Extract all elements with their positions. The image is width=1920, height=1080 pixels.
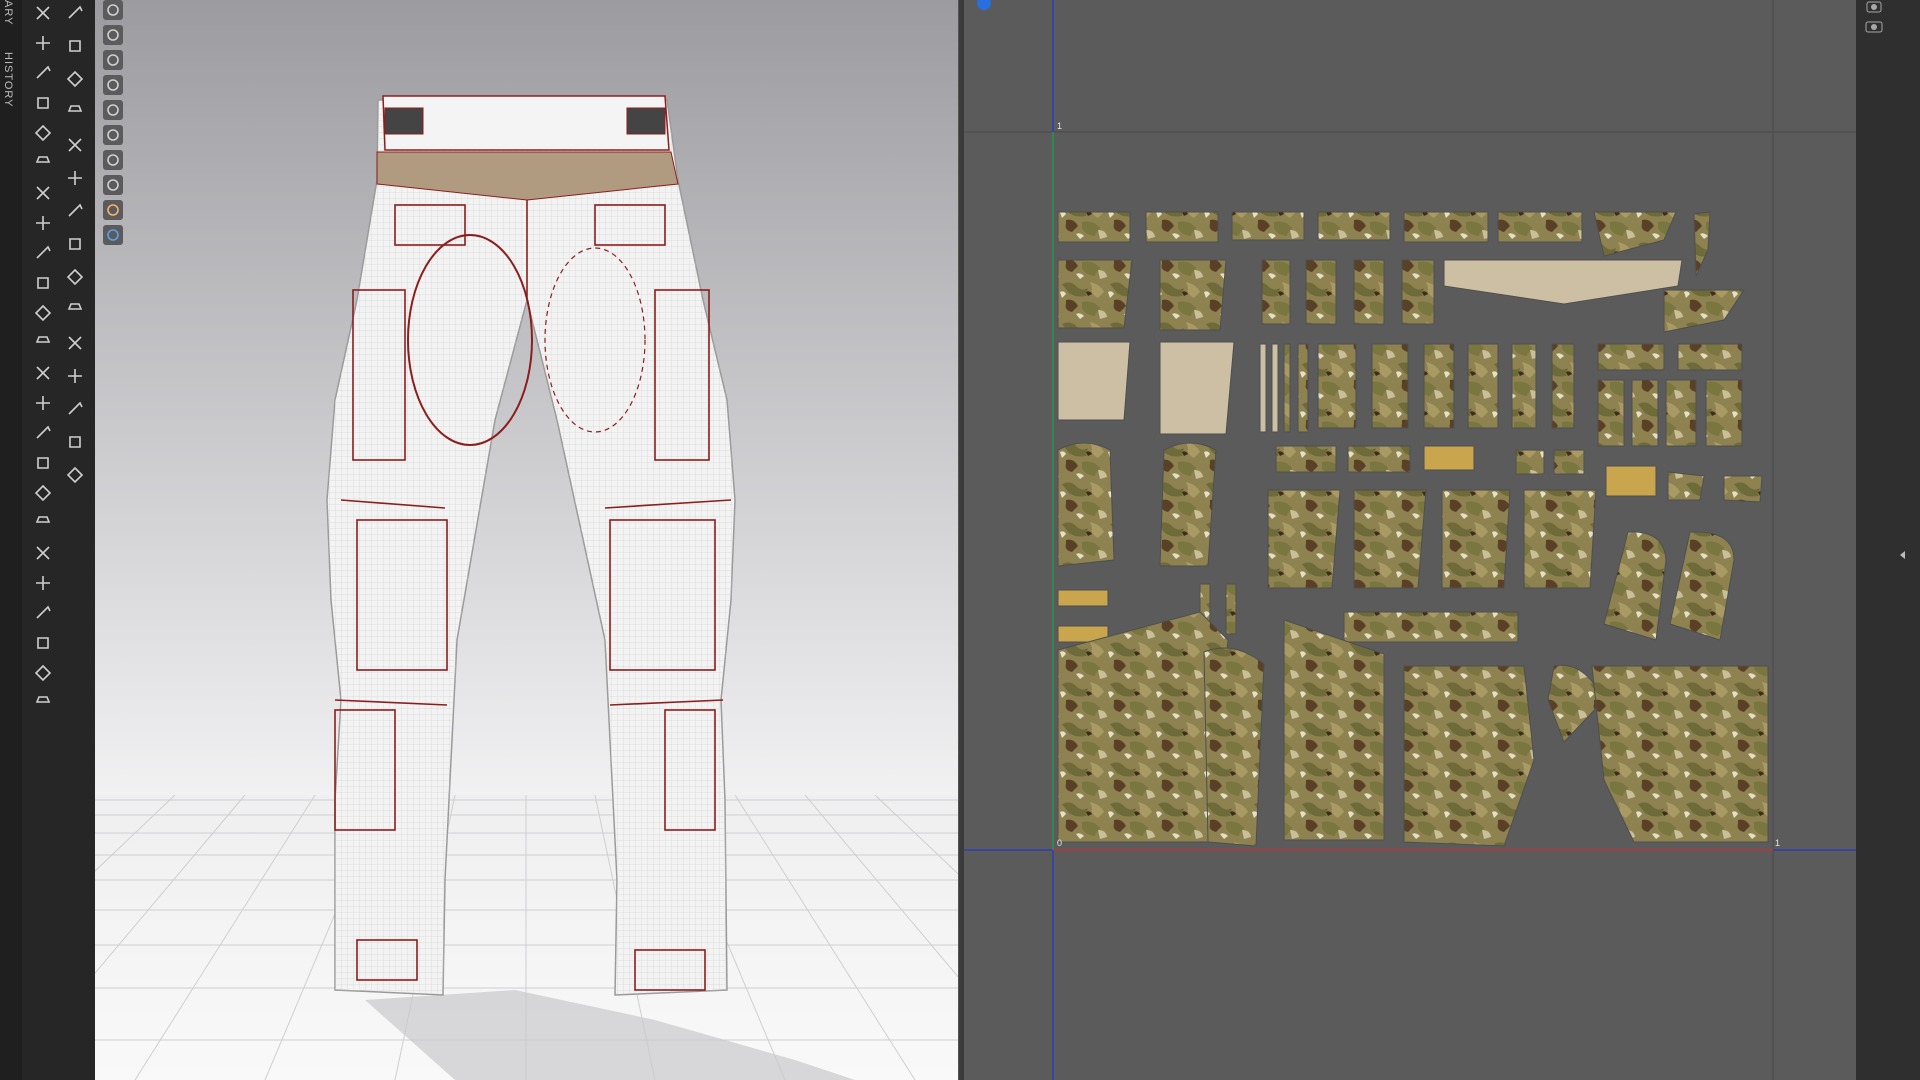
texture-icon[interactable]	[62, 134, 88, 156]
fabric-display-icon[interactable]	[103, 50, 123, 70]
transform-pattern-icon[interactable]	[30, 32, 56, 54]
garment-icon[interactable]	[30, 152, 56, 174]
viewport-2d-pattern[interactable]: 1 0 1	[964, 0, 1856, 1080]
free-sewing-icon[interactable]	[30, 542, 56, 564]
grading-icon[interactable]	[62, 431, 88, 453]
polygon-icon[interactable]	[30, 422, 56, 444]
buttonhole-icon[interactable]	[62, 233, 88, 255]
trace-icon[interactable]	[30, 392, 56, 414]
camera-icon[interactable]	[1864, 18, 1886, 34]
avatar-icon[interactable]	[30, 692, 56, 714]
move-mesh-icon[interactable]	[62, 35, 88, 57]
arrangement-icon[interactable]	[30, 632, 56, 654]
trim-icon[interactable]	[62, 167, 88, 189]
shading-icon[interactable]	[103, 150, 123, 170]
button-icon[interactable]	[62, 200, 88, 222]
viewport-3d[interactable]	[95, 0, 958, 1080]
rectangle-icon[interactable]	[30, 452, 56, 474]
belt-loop-right	[626, 107, 666, 135]
sewing-icon[interactable]	[30, 512, 56, 534]
puckering-icon[interactable]	[62, 365, 88, 387]
uv-editor-canvas	[964, 0, 1856, 1080]
fabric-icon[interactable]	[62, 101, 88, 123]
uv-label-top: 1	[1057, 121, 1063, 131]
viewport-3d-scene	[95, 95, 958, 1080]
symmetry-icon[interactable]	[30, 662, 56, 684]
fold-arrangement-icon[interactable]	[62, 398, 88, 420]
add-point-icon[interactable]	[30, 122, 56, 144]
viewport-toolbar	[103, 0, 125, 250]
avatar-display-icon[interactable]	[103, 25, 123, 45]
environment-icon[interactable]	[103, 225, 123, 245]
collapse-arrow-icon[interactable]	[1896, 548, 1910, 562]
pin-icon[interactable]	[62, 68, 88, 90]
select-mesh-icon[interactable]	[62, 2, 88, 24]
stress-map-icon[interactable]	[103, 100, 123, 120]
segment-icon[interactable]	[30, 302, 56, 324]
history-tab[interactable]: HISTORY	[2, 52, 14, 108]
snapshot-icon[interactable]	[1864, 0, 1886, 16]
zipper-icon[interactable]	[62, 266, 88, 288]
edit-point-icon[interactable]	[30, 62, 56, 84]
fold-icon[interactable]	[30, 272, 56, 294]
seam-icon[interactable]	[30, 572, 56, 594]
tape-icon[interactable]	[62, 332, 88, 354]
avatar-skin-icon[interactable]	[103, 200, 123, 220]
garment-size-icon[interactable]	[30, 212, 56, 234]
strain-map-icon[interactable]	[103, 125, 123, 145]
uv-label-right: 1	[1775, 838, 1781, 848]
internal-shape-icon[interactable]	[30, 362, 56, 384]
measure-icon[interactable]	[62, 299, 88, 321]
circle-icon[interactable]	[30, 482, 56, 504]
waistband	[382, 95, 670, 151]
light-icon[interactable]	[103, 175, 123, 195]
topstitch-icon[interactable]	[30, 602, 56, 624]
uv-pattern-pieces[interactable]	[1057, 211, 1769, 847]
edit-curvature-icon[interactable]	[30, 92, 56, 114]
library-tab[interactable]: ARY	[2, 0, 14, 25]
right-panel	[1856, 0, 1920, 1080]
main-toolbar	[22, 0, 95, 1080]
sew-line-icon[interactable]	[62, 464, 88, 486]
garment-fit-icon[interactable]	[30, 182, 56, 204]
belt-loop-left	[384, 107, 424, 135]
select-pattern-icon[interactable]	[30, 2, 56, 24]
texture-display-icon[interactable]	[103, 75, 123, 95]
wireframe-icon[interactable]	[103, 0, 123, 20]
side-tab-bar: ARY HISTORY	[0, 0, 23, 1080]
uv-label-origin: 0	[1057, 838, 1063, 848]
window-indicator	[977, 0, 991, 10]
internal-line-icon[interactable]	[30, 332, 56, 354]
tuck-icon[interactable]	[30, 242, 56, 264]
